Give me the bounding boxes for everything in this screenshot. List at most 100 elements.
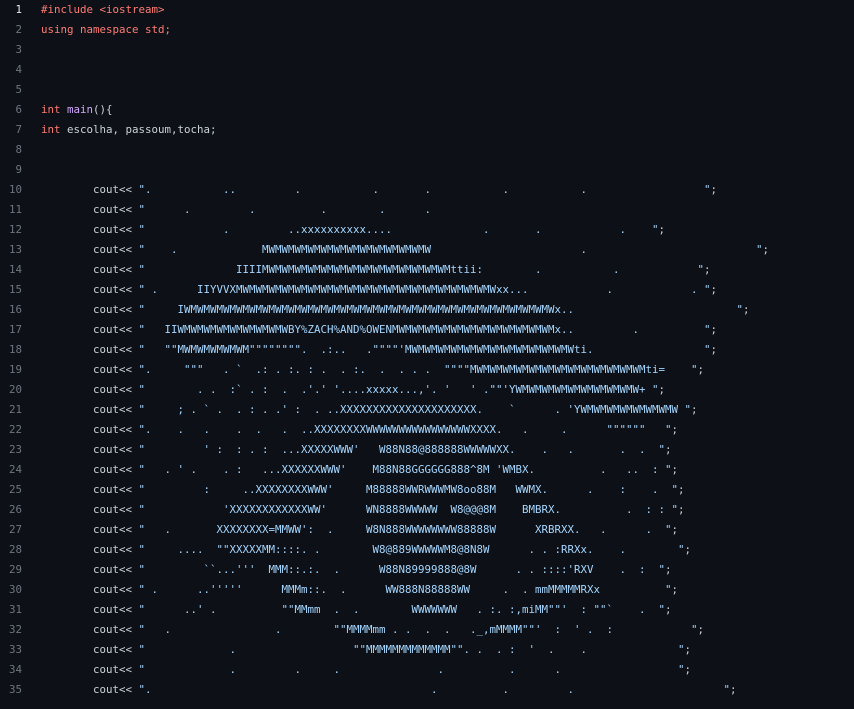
code-line[interactable]: 20 cout<< " . . :` . : . .'.' '....xxxxx… <box>0 380 854 400</box>
line-code: cout<< " ""MWMWMWMWMWM"""""""". .:.. .""… <box>41 340 717 360</box>
line-number: 34 <box>8 663 22 676</box>
line-number: 18 <box>8 343 22 356</box>
code-token: cout<< <box>41 443 139 456</box>
code-line[interactable]: 16 cout<< " IWMWMWMWMWMWMWMWMWMWMWMWMWMW… <box>0 300 854 320</box>
code-token: cout<< <box>41 223 139 236</box>
code-token: " .... ""XXXXXMM::::. . W8@889WWWWWM8@8N… <box>138 543 685 556</box>
line-number: 22 <box>8 423 22 436</box>
code-line[interactable]: 15 cout<< " . IIYVVXMWMWMWMWMWMWMWMWMWMW… <box>0 280 854 300</box>
line-number: 29 <box>8 563 22 576</box>
code-token: " . . . . . <box>138 203 432 216</box>
code-line[interactable]: 26 cout<< " 'XXXXXXXXXXXXWW' WN8888WWWWW… <box>0 500 854 520</box>
line-number: 25 <box>8 483 22 496</box>
code-line[interactable]: 22 cout<< ". . . . . . ..XXXXXXXXWWWWWWW… <box>0 420 854 440</box>
line-code: cout<< " IIIIMWMWMWMWMWMWMWMWMWMWMWMWMWM… <box>41 260 711 280</box>
code-line[interactable]: 18 cout<< " ""MWMWMWMWMWM"""""""". .:.. … <box>0 340 854 360</box>
line-code: cout<< " . ' . . : ...XXXXXXWWW' M88N88G… <box>41 460 678 480</box>
code-line[interactable]: 24 cout<< " . ' . . : ...XXXXXXWWW' M88N… <box>0 460 854 480</box>
line-code: cout<< " . MWMWMWMWMWMWMWMWMWMWMWMWMW . … <box>41 240 769 260</box>
code-line[interactable]: 11 cout<< " . . . . . <box>0 200 854 220</box>
code-line[interactable]: 33 cout<< " . ""MMMMMMMMMMMMM"". . . : '… <box>0 640 854 660</box>
line-number: 33 <box>8 643 22 656</box>
line-number: 9 <box>15 163 22 176</box>
code-line[interactable]: 27 cout<< " . XXXXXXXX=MMWW': . W8N888WW… <box>0 520 854 540</box>
line-number: 2 <box>15 23 22 36</box>
code-token: ; <box>671 423 679 436</box>
code-token: " IIWMWMWMWMWMWMWMWMWBY%ZACH%AND%OWENMWM… <box>138 323 711 336</box>
code-line[interactable]: 31 cout<< " ..' . ""MMmm . . WWWWWWW . :… <box>0 600 854 620</box>
code-token: int <box>41 123 68 136</box>
code-token: cout<< <box>41 363 139 376</box>
code-token: " . . . . . . " <box>138 663 685 676</box>
line-code: int escolha, passoum,tocha; <box>41 120 217 140</box>
line-code: cout<< " . ..''''' MMMm::. . WW888N88888… <box>41 580 678 600</box>
code-line[interactable]: 7 int escolha, passoum,tocha; <box>0 120 854 140</box>
line-code: cout<< " . . . . . . "; <box>41 660 691 680</box>
code-line[interactable]: 34 cout<< " . . . . . . "; <box>0 660 854 680</box>
code-token: cout<< <box>41 603 139 616</box>
line-code: cout<< " ' : : . : ...XXXXXWWW' W88N88@8… <box>41 440 672 460</box>
line-number: 3 <box>15 43 22 56</box>
code-token: " . IIYVVXMWMWMWMWMWMWMWMWMWMWMWMWMWMWMW… <box>138 283 711 296</box>
code-token: ; <box>743 303 750 316</box>
line-number: 11 <box>8 203 22 216</box>
code-line[interactable]: 12 cout<< " . ..xxxxxxxxxx.... . . . "; <box>0 220 854 240</box>
code-token: ". . . . . . ..XXXXXXXXWWWWWWWWWWWWWWWWX… <box>138 423 672 436</box>
code-token: ; <box>665 603 672 616</box>
code-line[interactable]: 29 cout<< " ``...''' MMM::.:. . W88N8999… <box>0 560 854 580</box>
code-line[interactable]: 30 cout<< " . ..''''' MMMm::. . WW888N88… <box>0 580 854 600</box>
code-token: cout<< <box>41 323 139 336</box>
code-token: ; <box>710 283 718 296</box>
code-token: ; <box>684 663 692 676</box>
line-number: 10 <box>8 183 22 196</box>
code-line[interactable]: 10 cout<< ". .. . . . . . "; <box>0 180 854 200</box>
line-code: cout<< ". . . . "; <box>41 680 737 700</box>
code-line[interactable]: 6 int main(){ <box>0 100 854 120</box>
code-token: cout<< <box>41 663 139 676</box>
code-line[interactable]: 2 using namespace std; <box>0 20 854 40</box>
line-number: 12 <box>8 223 22 236</box>
code-line[interactable]: 17 cout<< " IIWMWMWMWMWMWMWMWMWBY%ZACH%A… <box>0 320 854 340</box>
code-line[interactable]: 35 cout<< ". . . . "; <box>0 680 854 700</box>
line-code: using namespace std; <box>41 20 171 40</box>
code-line[interactable]: 5 <box>0 80 854 100</box>
line-code: cout<< " : ..XXXXXXXXWWW' M88888WWRWWWMW… <box>41 480 685 500</box>
line-number: 7 <box>15 123 22 136</box>
code-token: cout<< <box>41 203 139 216</box>
code-line[interactable]: 13 cout<< " . MWMWMWMWMWMWMWMWMWMWMWMWMW… <box>0 240 854 260</box>
line-code: cout<< " .... ""XXXXXMM::::. . W8@889WWW… <box>41 540 691 560</box>
line-code: cout<< " . . ""MMMMmm . . . . ._,mMMMM""… <box>41 620 704 640</box>
code-line[interactable]: 4 <box>0 60 854 80</box>
code-line[interactable]: 21 cout<< " ; . ` . . : . .' : . ..XXXXX… <box>0 400 854 420</box>
line-number: 27 <box>8 523 22 536</box>
code-token: using namespace std; <box>41 23 172 36</box>
code-token: cout<< <box>41 263 139 276</box>
code-token: ; <box>671 583 679 596</box>
code-line[interactable]: 19 cout<< ". """ . ` .: . :. : . . :. . … <box>0 360 854 380</box>
line-code: cout<< ". . . . . . ..XXXXXXXXWWWWWWWWWW… <box>41 420 678 440</box>
line-code: cout<< " IWMWMWMWMWMWMWMWMWMWMWMWMWMWMWM… <box>41 300 750 320</box>
code-line[interactable]: 32 cout<< " . . ""MMMMmm . . . . ._,mMMM… <box>0 620 854 640</box>
code-token: ; <box>691 403 698 416</box>
code-line[interactable]: 9 <box>0 160 854 180</box>
line-number: 19 <box>8 363 22 376</box>
code-token: ; <box>658 383 666 396</box>
code-line[interactable]: 28 cout<< " .... ""XXXXXMM::::. . W8@889… <box>0 540 854 560</box>
code-token: cout<< <box>41 483 139 496</box>
line-code: cout<< " ``...''' MMM::.:. . W88N8999988… <box>41 560 672 580</box>
line-number: 4 <box>15 63 22 76</box>
code-line[interactable]: 8 <box>0 140 854 160</box>
code-token: " . ..xxxxxxxxxx.... . . . " <box>138 223 659 236</box>
code-line[interactable]: 14 cout<< " IIIIMWMWMWMWMWMWMWMWMWMWMWMW… <box>0 260 854 280</box>
line-number: 14 <box>8 263 22 276</box>
code-token: " . ..''''' MMMm::. . WW888N88888WW . . … <box>138 583 672 596</box>
code-line[interactable]: 3 <box>0 40 854 60</box>
line-number: 26 <box>8 503 22 516</box>
code-line[interactable]: 25 cout<< " : ..XXXXXXXXWWW' M88888WWRWW… <box>0 480 854 500</box>
code-editor[interactable]: 1 #include <iostream> 2 using namespace std… <box>0 0 854 709</box>
line-number: 1 <box>15 3 22 16</box>
code-token: ; <box>671 463 679 476</box>
code-line[interactable]: 23 cout<< " ' : : . : ...XXXXXWWW' W88N8… <box>0 440 854 460</box>
code-line[interactable]: 1 #include <iostream> <box>0 0 854 20</box>
line-code: cout<< " ; . ` . . : . .' : . ..XXXXXXXX… <box>41 400 698 420</box>
